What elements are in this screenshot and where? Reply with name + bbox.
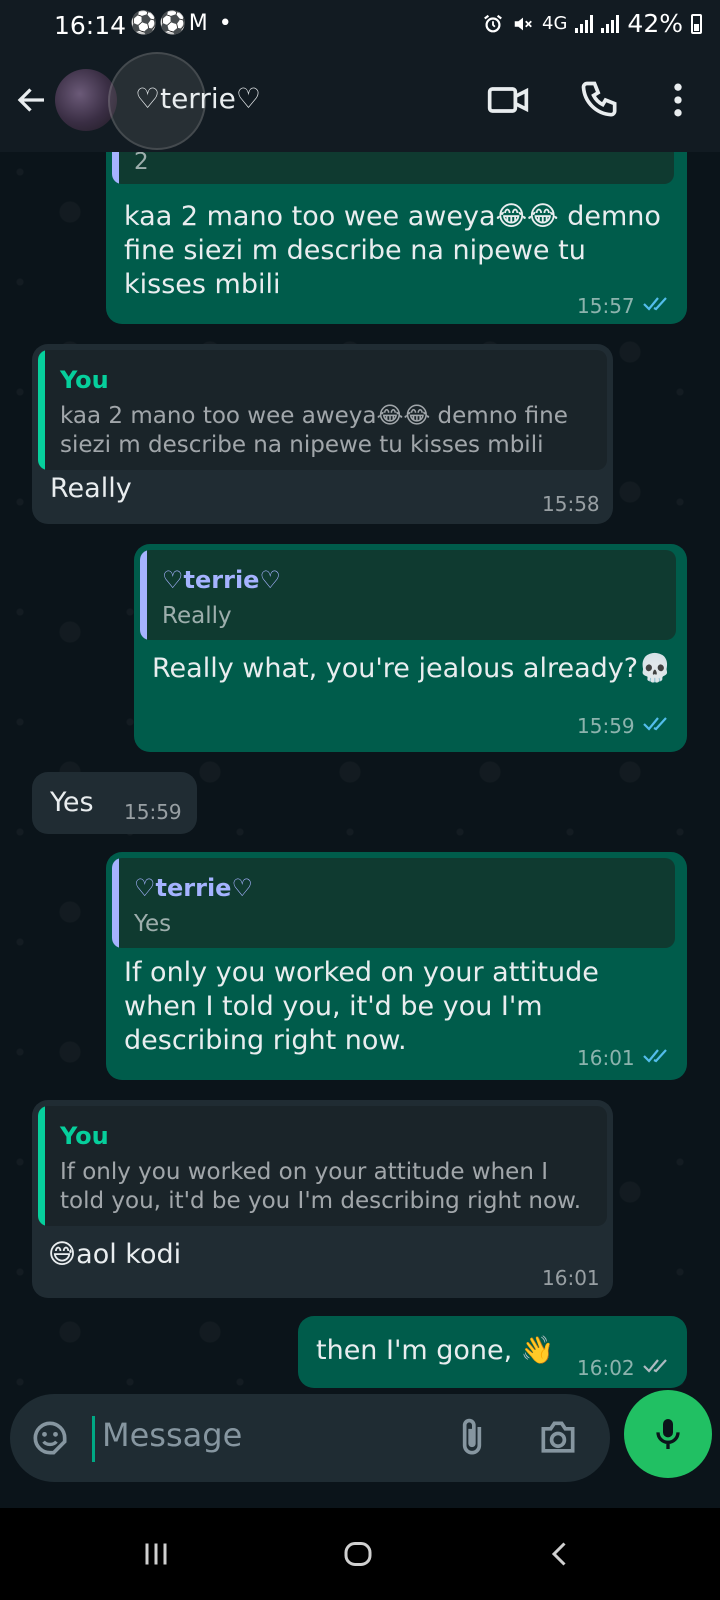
quote-text: If only you worked on your attitude when… bbox=[60, 1159, 582, 1214]
message-time: 16:01 bbox=[542, 1266, 600, 1290]
quoted-message[interactable]: ♡terrie♡ Really bbox=[140, 550, 676, 640]
quote-text: kaa 2 mano too wee aweya😂😂 demno fine si… bbox=[60, 403, 568, 458]
message-composer: Message bbox=[10, 1394, 610, 1482]
message-outgoing[interactable]: then I'm gone, 👋 16:02 bbox=[298, 1316, 687, 1388]
message-outgoing[interactable]: ♡terrie♡ Yes If only you worked on your … bbox=[106, 852, 687, 1080]
quoted-message[interactable]: ♡terrie♡ Yes bbox=[112, 858, 675, 948]
message-time: 15:58 bbox=[542, 492, 600, 516]
system-nav-bar bbox=[0, 1508, 720, 1600]
read-ticks-icon bbox=[643, 297, 667, 311]
voice-call-icon[interactable] bbox=[578, 78, 622, 122]
chat-header: ♡terrie♡ bbox=[0, 52, 720, 152]
quoted-message[interactable]: You If only you worked on your attitude … bbox=[38, 1106, 607, 1226]
message-incoming[interactable]: You kaa 2 mano too wee aweya😂😂 demno fin… bbox=[32, 344, 613, 524]
message-text: kaa 2 mano too wee aweya😂😂 demno fine si… bbox=[124, 201, 661, 300]
mic-icon bbox=[656, 1419, 680, 1449]
quote-text: 2 bbox=[134, 152, 149, 175]
message-incoming[interactable]: You If only you worked on your attitude … bbox=[32, 1100, 613, 1298]
text-cursor bbox=[92, 1416, 95, 1462]
message-time: 15:59 bbox=[577, 714, 635, 738]
status-bar: 16:14 ⚽⚽M • 4G 42% bbox=[0, 0, 720, 52]
network-type: 4G bbox=[542, 13, 568, 34]
message-incoming[interactable]: Yes 15:59 bbox=[32, 772, 197, 834]
video-call-icon[interactable] bbox=[486, 78, 530, 122]
quote-text: Yes bbox=[134, 911, 172, 937]
message-text: Really what, you're jealous already?💀 bbox=[152, 653, 672, 684]
back-arrow-icon[interactable] bbox=[14, 82, 50, 118]
home-icon[interactable] bbox=[340, 1536, 376, 1572]
mute-icon bbox=[514, 17, 532, 30]
signal-icon bbox=[575, 14, 594, 33]
battery-icon bbox=[691, 13, 702, 34]
voice-message-button[interactable] bbox=[624, 1390, 712, 1478]
read-ticks-icon bbox=[643, 717, 667, 731]
signal-icon-2 bbox=[601, 14, 620, 33]
quote-author: ♡terrie♡ bbox=[162, 566, 281, 594]
notification-icons: ⚽⚽M • bbox=[130, 11, 234, 36]
quoted-message[interactable]: You kaa 2 mano too wee aweya😂😂 demno fin… bbox=[38, 350, 607, 470]
message-outgoing[interactable]: 2 kaa 2 mano too wee aweya😂😂 demno fine … bbox=[106, 152, 687, 324]
message-input[interactable]: Message bbox=[102, 1416, 242, 1454]
back-nav-icon[interactable] bbox=[542, 1536, 578, 1572]
message-time: 15:59 bbox=[124, 800, 182, 824]
read-ticks-icon bbox=[643, 1049, 667, 1063]
alarm-icon bbox=[484, 14, 502, 32]
message-text: If only you worked on your attitude when… bbox=[124, 957, 599, 1056]
message-outgoing[interactable]: ♡terrie♡ Really Really what, you're jeal… bbox=[134, 544, 687, 752]
battery-percent: 42% bbox=[627, 9, 683, 38]
quoted-message[interactable]: 2 bbox=[112, 152, 674, 184]
sticker-icon[interactable] bbox=[28, 1416, 72, 1460]
message-list[interactable]: 2 kaa 2 mano too wee aweya😂😂 demno fine … bbox=[0, 152, 720, 1388]
attach-icon[interactable] bbox=[450, 1416, 494, 1460]
camera-icon[interactable] bbox=[536, 1416, 580, 1460]
contact-name[interactable]: ♡terrie♡ bbox=[135, 82, 261, 115]
message-text: 😅aol kodi bbox=[48, 1239, 182, 1270]
message-text: Yes bbox=[50, 787, 94, 818]
recent-apps-icon[interactable] bbox=[138, 1536, 174, 1572]
message-time: 16:01 bbox=[577, 1046, 635, 1070]
more-options-icon[interactable] bbox=[656, 78, 700, 122]
delivered-ticks-icon bbox=[643, 1359, 667, 1373]
quote-author: You bbox=[60, 366, 109, 394]
quote-author: ♡terrie♡ bbox=[134, 874, 253, 902]
message-text: then I'm gone, 👋 bbox=[316, 1335, 555, 1366]
quote-author: You bbox=[60, 1122, 109, 1150]
quote-text: Really bbox=[162, 603, 232, 629]
message-time: 16:02 bbox=[577, 1356, 635, 1380]
status-time: 16:14 bbox=[54, 11, 127, 40]
message-time: 15:57 bbox=[577, 294, 635, 318]
status-right: 4G 42% bbox=[482, 9, 702, 38]
message-text: Really bbox=[50, 473, 132, 504]
